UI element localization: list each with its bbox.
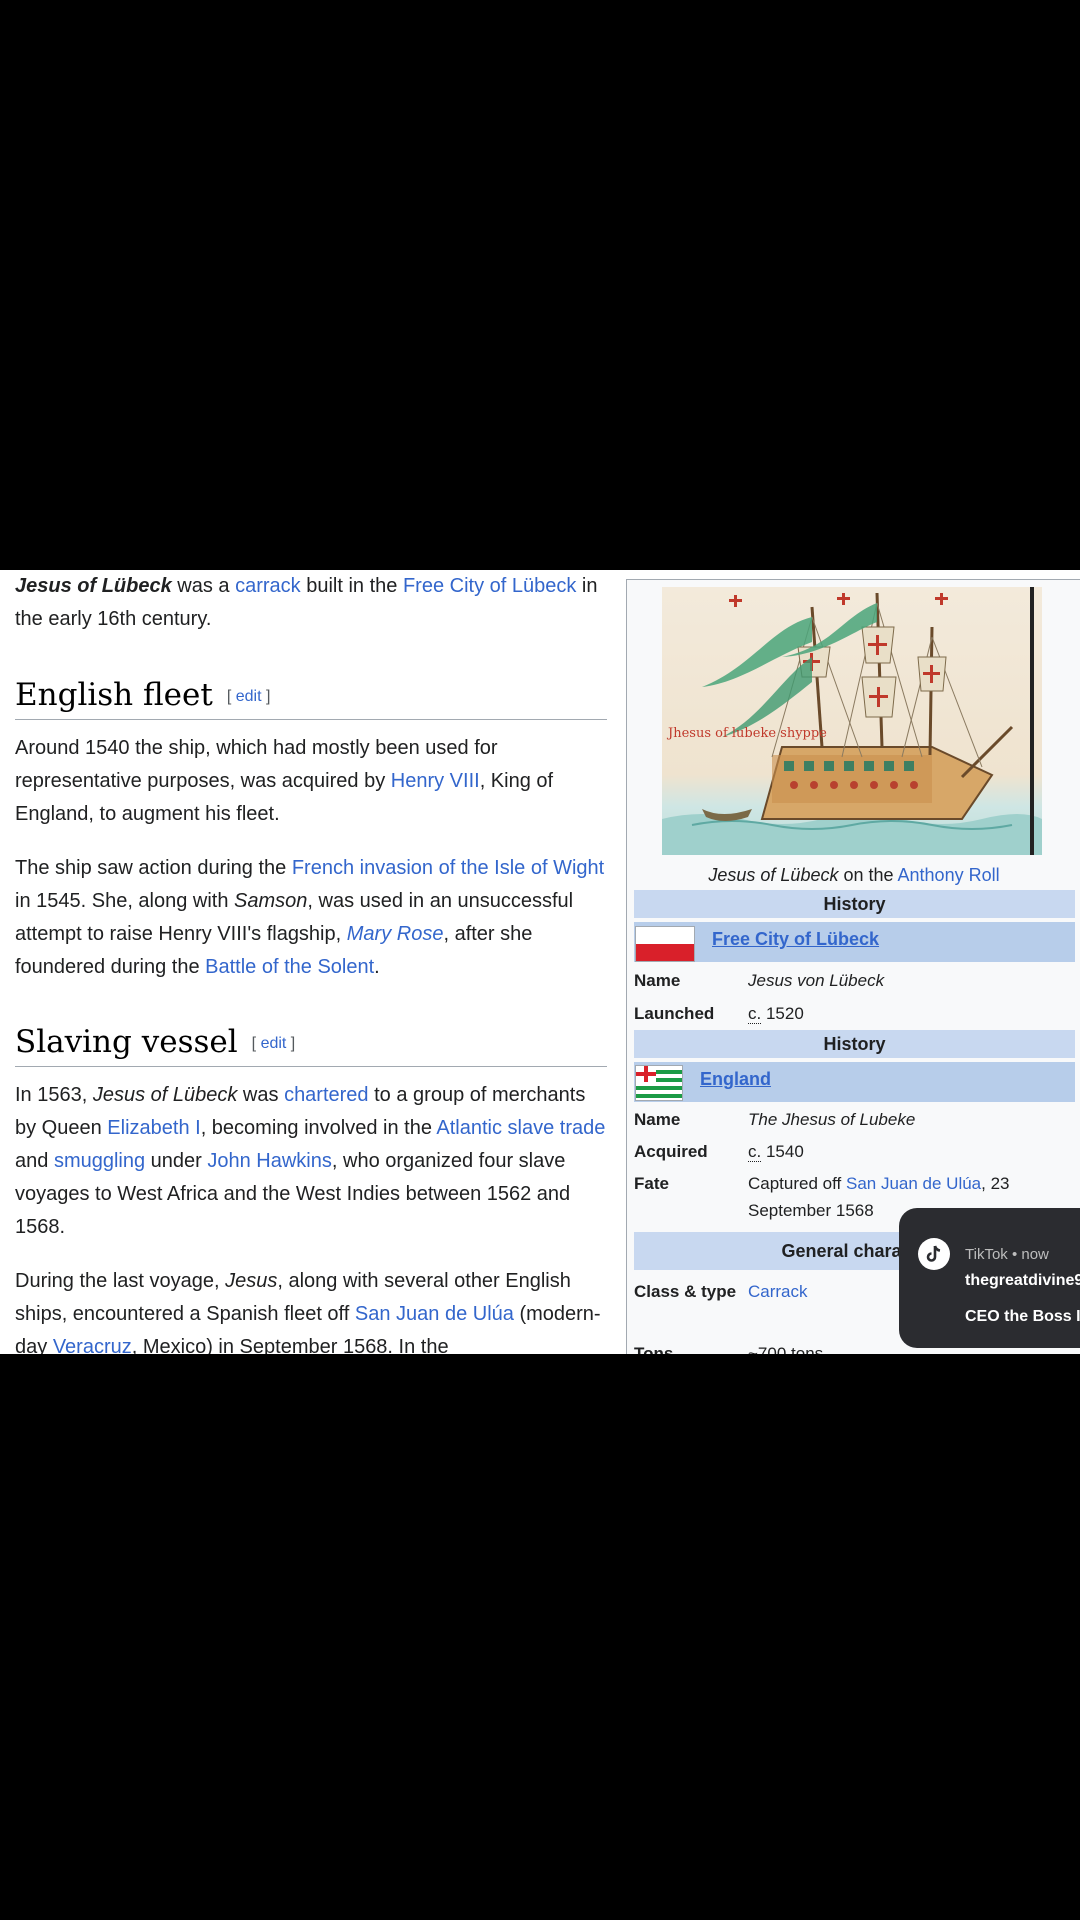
link-free-city-of-lubeck-flag[interactable]: Free City of Lübeck xyxy=(712,929,879,950)
text: , becoming involved in the xyxy=(200,1117,437,1139)
notification-sender: thegreatdivine9 xyxy=(965,1272,1080,1289)
link-england-flag[interactable]: England xyxy=(700,1069,771,1090)
heading-text: Slaving vessel xyxy=(15,1024,238,1060)
notification-app-label: TikTok • now xyxy=(965,1246,1049,1263)
paragraph-charter: In 1563, Jesus of Lübeck was chartered t… xyxy=(15,1079,607,1244)
name-value: Jesus von Lübeck xyxy=(748,971,885,990)
text: During the last voyage, xyxy=(15,1270,226,1292)
intro-paragraph: Jesus of Lübeck was a carrack built in t… xyxy=(15,570,607,636)
text: , Mexico) in September 1568. In the xyxy=(131,1336,449,1354)
link-anthony-roll[interactable]: Anthony Roll xyxy=(898,865,1000,885)
link-veracruz[interactable]: Veracruz xyxy=(53,1336,132,1354)
ship-name: Jesus of Lübeck xyxy=(92,1084,238,1106)
row-value: The Jhesus of Lubeke xyxy=(748,1106,1068,1133)
row-label: Tons xyxy=(634,1344,674,1354)
link-chartered[interactable]: chartered xyxy=(284,1084,369,1106)
caption-text: on the xyxy=(838,865,898,885)
circa-abbr: c. xyxy=(748,1142,762,1162)
section-heading-english-fleet: English fleet [ edit ] xyxy=(15,677,607,720)
link-john-hawkins[interactable]: John Hawkins xyxy=(207,1150,332,1172)
text: was xyxy=(237,1084,285,1106)
circa-abbr: c. xyxy=(748,1004,762,1024)
ship-samson: Samson xyxy=(234,890,308,912)
edit-section-slaving-vessel: [ edit ] xyxy=(251,1034,296,1052)
paragraph-last-voyage: During the last voyage, Jesus, along wit… xyxy=(15,1265,607,1354)
link-san-juan-de-ulua-infobox[interactable]: San Juan de Ulúa xyxy=(846,1174,981,1193)
section-heading-slaving-vessel: Slaving vessel [ edit ] xyxy=(15,1024,607,1067)
ship-drawing: Jhesus of lubeke shyppe xyxy=(662,587,1042,855)
history-heading-2: History xyxy=(634,1030,1075,1058)
tiktok-icon xyxy=(918,1238,950,1270)
text: The ship saw action during the xyxy=(15,857,292,879)
article-body: Jesus of Lübeck was a carrack built in t… xyxy=(15,570,607,1354)
text: was a xyxy=(171,575,236,597)
row-value: Jesus von Lübeck xyxy=(748,967,1068,994)
link-san-juan-de-ulua[interactable]: San Juan de Ulúa xyxy=(355,1303,514,1325)
row-label: Name xyxy=(634,1110,681,1129)
row-label: Class & type xyxy=(634,1282,737,1301)
text: . xyxy=(374,956,380,978)
launched-year: 1520 xyxy=(761,1004,804,1023)
paragraph-acquisition: Around 1540 the ship, which had mostly b… xyxy=(15,732,607,831)
notification-message: CEO the Boss I xyxy=(965,1308,1080,1325)
history-heading-1: History xyxy=(634,890,1075,918)
row-label: Acquired xyxy=(634,1142,708,1161)
paragraph-action: The ship saw action during the French in… xyxy=(15,852,607,984)
row-label: Launched xyxy=(634,1004,715,1023)
ship-illustration-image[interactable]: Jhesus of lubeke shyppe xyxy=(662,587,1042,855)
tiktok-glyph xyxy=(926,1245,941,1262)
link-battle-of-the-solent[interactable]: Battle of the Solent xyxy=(205,956,374,978)
edit-section-english-fleet: [ edit ] xyxy=(226,687,271,705)
text: under xyxy=(145,1150,208,1172)
text: and xyxy=(15,1150,54,1172)
edit-link[interactable]: edit xyxy=(261,1035,287,1052)
link-henry-viii[interactable]: Henry VIII xyxy=(391,770,480,792)
link-smuggling[interactable]: smuggling xyxy=(54,1150,145,1172)
edit-link[interactable]: edit xyxy=(236,688,262,705)
link-french-invasion[interactable]: French invasion of the Isle of Wight xyxy=(292,857,604,879)
heading-text: English fleet xyxy=(15,677,213,713)
row-label: Name xyxy=(634,971,681,990)
england-flag-icon xyxy=(635,1065,683,1101)
link-elizabeth-i[interactable]: Elizabeth I xyxy=(107,1117,200,1139)
image-inscription: Jhesus of lubeke shyppe xyxy=(666,726,827,741)
text: built in the xyxy=(300,575,403,597)
link-mary-rose[interactable]: Mary Rose xyxy=(347,923,444,945)
row-value: c. 1540 xyxy=(748,1138,1068,1165)
caption-ship: Jesus of Lübeck xyxy=(708,865,839,885)
article-subject: Jesus of Lübeck xyxy=(15,575,172,597)
link-mary-rose-text: Mary Rose xyxy=(346,923,444,945)
ship-jesus: Jesus xyxy=(225,1270,278,1292)
row-label: Fate xyxy=(634,1174,669,1193)
text: In 1563, xyxy=(15,1084,93,1106)
link-atlantic-slave-trade[interactable]: Atlantic slave trade xyxy=(436,1117,605,1139)
flag-row-england: England xyxy=(634,1062,1075,1102)
link-free-city-of-lubeck[interactable]: Free City of Lübeck xyxy=(403,575,576,597)
image-caption: Jesus of Lübeck on the Anthony Roll xyxy=(627,865,1080,886)
link-carrack[interactable]: carrack xyxy=(235,575,301,597)
text: in 1545. She, along with xyxy=(15,890,235,912)
row-value: c. 1520 xyxy=(748,1000,1068,1027)
lubeck-flag-icon xyxy=(635,926,695,962)
link-carrack-infobox[interactable]: Carrack xyxy=(748,1282,808,1301)
text: Captured off xyxy=(748,1174,846,1193)
tiktok-notification[interactable]: TikTok • now thegreatdivine9 CEO the Bos… xyxy=(899,1208,1080,1348)
flag-row-lubeck: Free City of Lübeck xyxy=(634,922,1075,962)
acquired-year: 1540 xyxy=(761,1142,804,1161)
name-value: The Jhesus of Lubeke xyxy=(748,1110,916,1129)
